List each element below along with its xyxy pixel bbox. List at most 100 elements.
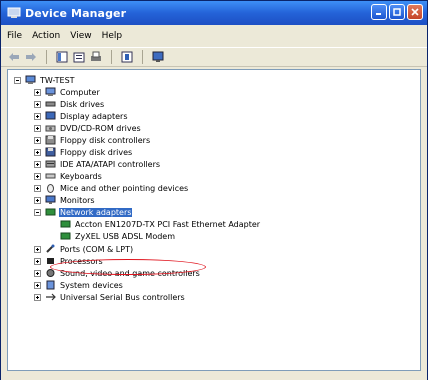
collapse-toggle[interactable] <box>14 76 21 84</box>
tree-item[interactable]: Universal Serial Bus controllers <box>34 291 186 303</box>
display-adapter-icon <box>45 111 56 120</box>
tree-item-label: Accton EN1207D-TX PCI Fast Ethernet Adap… <box>75 219 261 229</box>
tree-item[interactable]: DVD/CD-ROM drives <box>34 122 142 134</box>
close-icon <box>411 8 419 16</box>
floppy-drive-icon <box>45 147 56 157</box>
tree-item[interactable]: System devices <box>34 279 124 291</box>
scan-hardware-icon <box>152 51 164 62</box>
menu-view[interactable]: View <box>70 31 91 41</box>
tree-item-label: Floppy disk controllers <box>60 135 151 145</box>
expand-toggle[interactable] <box>34 196 41 204</box>
computer-icon <box>45 87 56 96</box>
forward-button[interactable] <box>24 50 38 64</box>
back-button[interactable] <box>7 50 21 64</box>
tree-item-label: Mice and other pointing devices <box>60 183 189 193</box>
expand-toggle[interactable] <box>34 136 41 144</box>
tree-item[interactable]: Computer <box>34 86 101 98</box>
expand-toggle[interactable] <box>34 184 41 192</box>
tree-item-label: ZyXEL USB ADSL Modem <box>75 231 176 241</box>
properties-icon <box>73 52 85 63</box>
dvd-drive-icon <box>45 125 56 132</box>
tree-item-label: Computer <box>60 87 100 97</box>
expand-toggle[interactable] <box>34 293 41 301</box>
device-manager-icon <box>7 7 21 18</box>
tree-item-label: Universal Serial Bus controllers <box>60 292 185 302</box>
tree-item[interactable]: Ports (COM & LPT) <box>34 243 134 255</box>
tree-item-label: Network adapters <box>59 207 133 217</box>
device-manager-window: Device Manager File Action View Help TW-… <box>0 0 428 380</box>
ide-controller-icon <box>45 160 56 168</box>
mouse-icon <box>47 184 54 193</box>
show-hide-tree-button[interactable] <box>55 50 69 64</box>
tree-item[interactable]: Disk drives <box>34 98 105 110</box>
tree-item[interactable]: Keyboards <box>34 170 103 182</box>
tree-item[interactable]: IDE ATA/ATAPI controllers <box>34 158 161 170</box>
maximize-button[interactable] <box>389 4 405 20</box>
tree-child-item[interactable]: Accton EN1207D-TX PCI Fast Ethernet Adap… <box>60 218 261 230</box>
expand-toggle[interactable] <box>34 124 41 132</box>
title-bar[interactable]: Device Manager <box>1 1 427 25</box>
expand-toggle[interactable] <box>34 269 41 277</box>
tree-item[interactable]: Floppy disk drives <box>34 146 133 158</box>
tree-item-label: IDE ATA/ATAPI controllers <box>60 159 161 169</box>
menu-help[interactable]: Help <box>102 31 123 41</box>
toolbar <box>1 47 427 67</box>
toolbar-separator <box>111 50 112 64</box>
device-tree: TW-TEST Computer Disk drives Display ada… <box>7 69 421 371</box>
print-button[interactable] <box>89 50 103 64</box>
window-title: Device Manager <box>25 6 127 20</box>
system-devices-icon <box>46 280 55 290</box>
tree-item-label: DVD/CD-ROM drives <box>60 123 141 133</box>
tree-item-network-adapters[interactable]: Network adapters <box>34 206 133 218</box>
expand-toggle[interactable] <box>34 112 41 120</box>
expand-toggle[interactable] <box>34 100 41 108</box>
expand-toggle[interactable] <box>34 148 41 156</box>
help-icon <box>121 51 133 63</box>
close-button[interactable] <box>407 4 423 20</box>
tree-root-label: TW-TEST <box>40 75 75 85</box>
back-icon <box>9 53 19 61</box>
tree-root-row[interactable]: TW-TEST <box>14 74 76 86</box>
show-hide-tree-icon <box>56 51 68 63</box>
computer-icon <box>25 75 36 84</box>
expand-toggle[interactable] <box>34 88 41 96</box>
tree-item[interactable]: Monitors <box>34 194 96 206</box>
tree-item-label: System devices <box>60 280 123 290</box>
minimize-icon <box>376 13 381 15</box>
toolbar-separator <box>142 50 143 64</box>
properties-button[interactable] <box>72 50 86 64</box>
menu-file[interactable]: File <box>7 31 22 41</box>
tree-item-label: Display adapters <box>60 111 128 121</box>
network-adapter-icon <box>60 232 71 240</box>
monitor-icon <box>45 195 56 204</box>
network-adapter-icon <box>60 220 71 228</box>
forward-icon <box>26 53 36 61</box>
disk-drive-icon <box>45 101 56 107</box>
tree-item[interactable]: Mice and other pointing devices <box>34 182 189 194</box>
print-icon <box>91 51 101 61</box>
maximize-icon <box>393 8 401 16</box>
annotation-circle <box>50 259 206 275</box>
tree-item-label: Disk drives <box>60 99 105 109</box>
expand-toggle[interactable] <box>34 245 41 253</box>
usb-icon <box>46 293 56 301</box>
help-button[interactable] <box>120 50 134 64</box>
tree-item[interactable]: Floppy disk controllers <box>34 134 151 146</box>
status-bar <box>1 372 427 380</box>
network-adapter-icon <box>45 208 56 216</box>
expand-toggle[interactable] <box>34 172 41 180</box>
tree-item[interactable]: Display adapters <box>34 110 129 122</box>
port-icon <box>46 244 55 253</box>
tree-child-item[interactable]: ZyXEL USB ADSL Modem <box>60 230 176 242</box>
menu-bar: File Action View Help <box>1 26 427 46</box>
minimize-button[interactable] <box>371 4 387 20</box>
expand-toggle[interactable] <box>34 281 41 289</box>
expand-toggle[interactable] <box>34 257 41 265</box>
keyboard-icon <box>45 173 56 179</box>
scan-hardware-button[interactable] <box>151 50 165 64</box>
floppy-controller-icon <box>45 135 56 145</box>
tree-item-label: Floppy disk drives <box>60 147 133 157</box>
menu-action[interactable]: Action <box>32 31 60 41</box>
collapse-toggle[interactable] <box>34 208 41 216</box>
expand-toggle[interactable] <box>34 160 41 168</box>
